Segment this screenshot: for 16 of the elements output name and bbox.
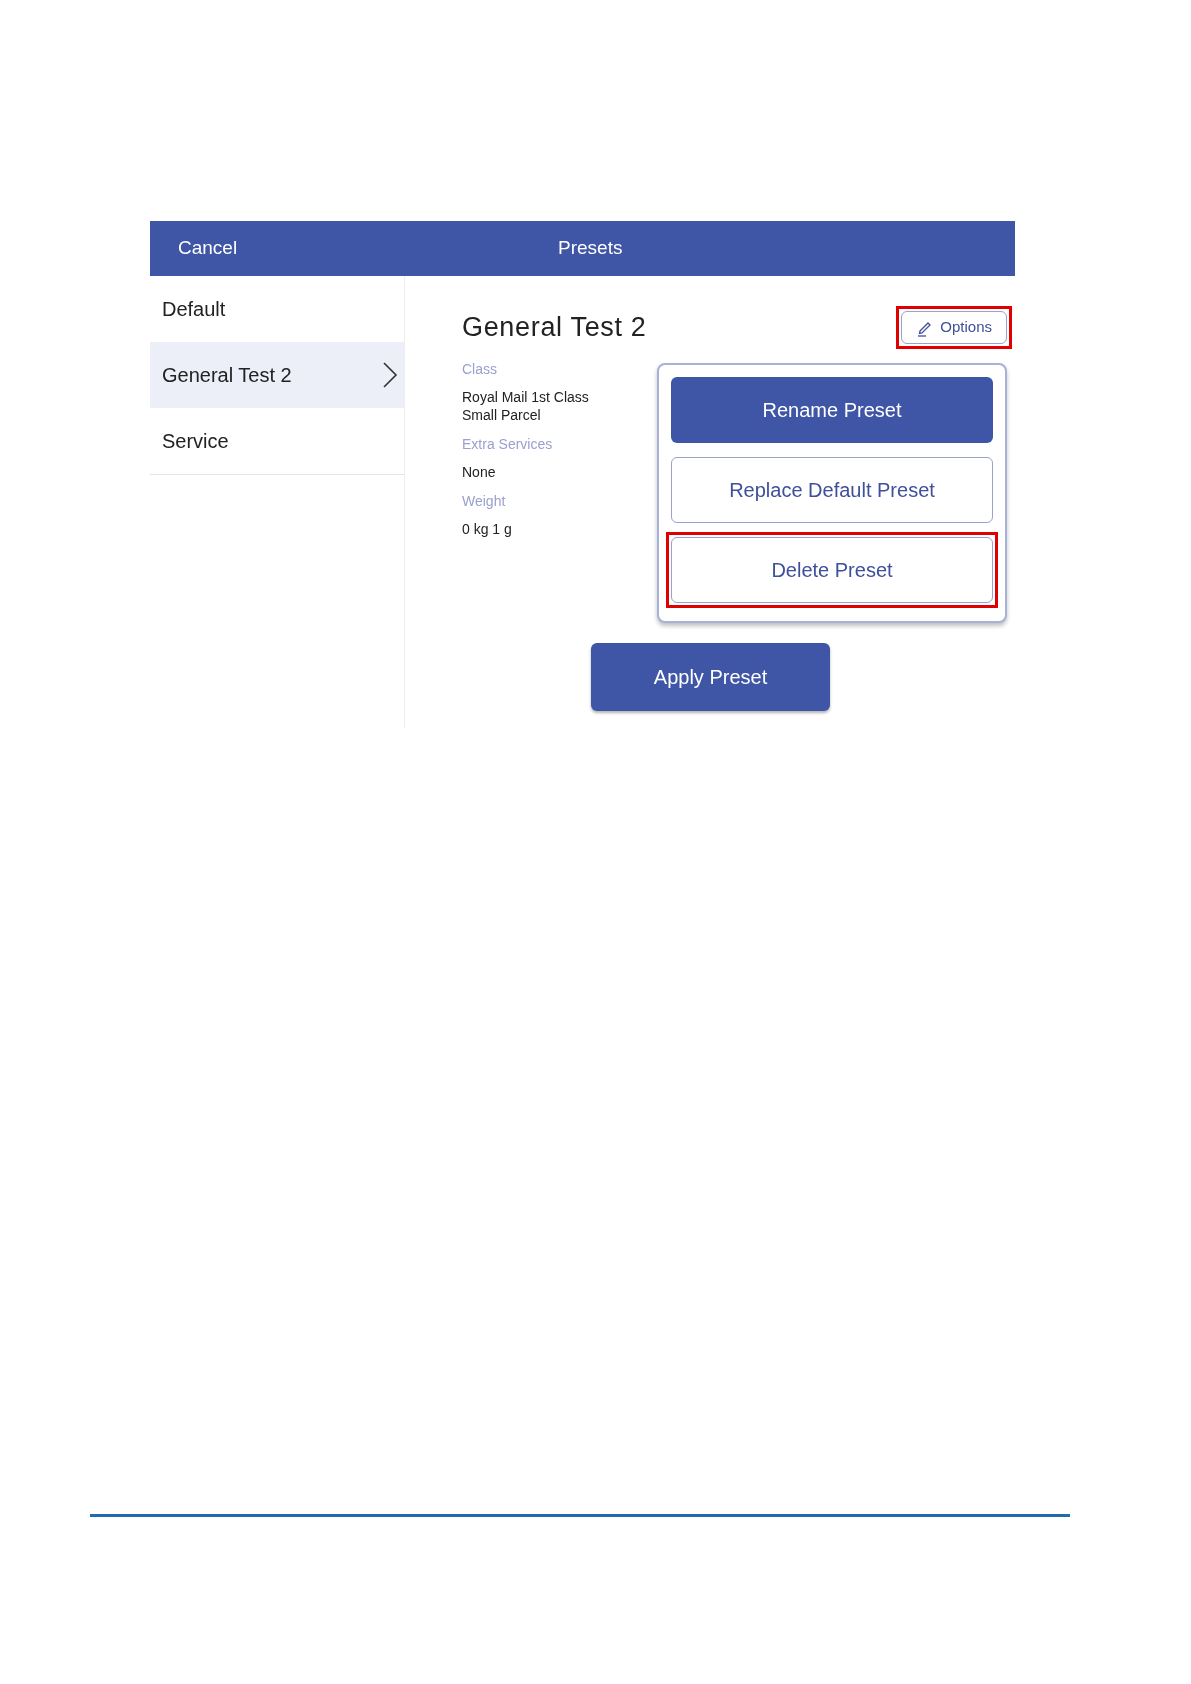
preset-list-item[interactable]: General Test 2: [150, 342, 404, 408]
cancel-button[interactable]: Cancel: [178, 234, 558, 263]
screen-title: Presets: [558, 236, 623, 261]
field-label: Class: [462, 360, 498, 379]
menu-button[interactable]: Replace Default Preset: [671, 457, 993, 523]
menu-button[interactable]: Rename Preset: [671, 377, 993, 443]
field-label: Extra Services: [462, 435, 554, 454]
menu-button[interactable]: Delete Preset: [671, 537, 993, 603]
options-button[interactable]: Options: [901, 311, 1007, 344]
field-value: 0 kg 1 g: [462, 520, 513, 538]
field-label: Weight: [462, 492, 507, 511]
preset-title: General Test 2: [462, 311, 647, 345]
chevron-right-icon: [382, 361, 398, 389]
apply-preset-button[interactable]: Apply Preset: [591, 643, 830, 711]
field-value: Royal Mail 1st Class Small Parcel: [462, 388, 590, 424]
field-value: None: [462, 463, 497, 481]
